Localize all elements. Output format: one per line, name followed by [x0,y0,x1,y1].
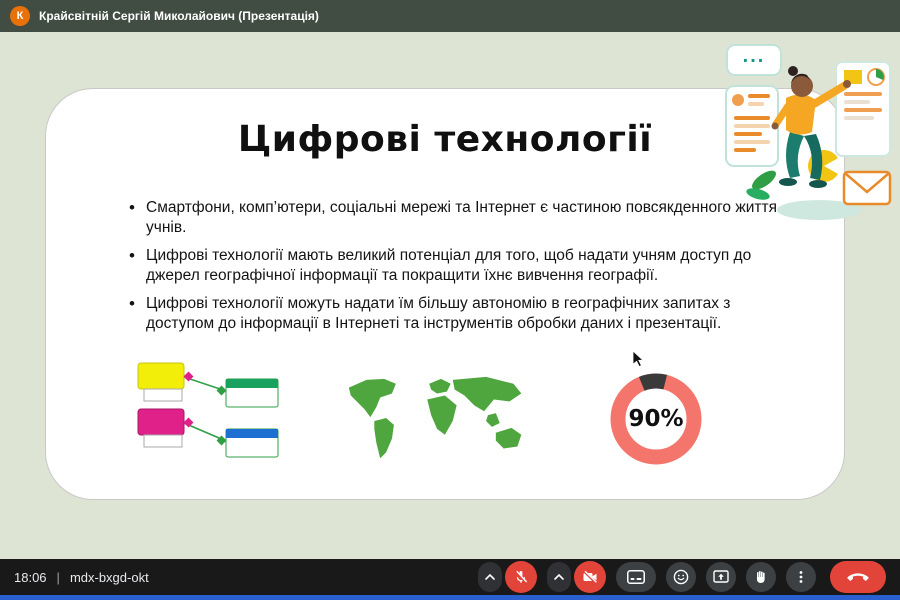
mic-options-chevron[interactable] [478,562,502,592]
more-vertical-icon [793,569,809,585]
mic-off-icon [513,569,529,585]
meeting-code: mdx-bxgd-okt [70,570,149,585]
clock: 18:06 [14,570,47,585]
chevron-up-icon [553,573,565,581]
meet-controls-bar: 18:06 | mdx-bxgd-okt [0,559,900,595]
more-options-button[interactable] [786,562,816,592]
donut-percentage: 90% [608,371,704,467]
hand-icon [753,569,769,585]
camera-off-button[interactable] [574,561,606,593]
camera-options-chevron[interactable] [547,562,571,592]
world-map-graphic [341,371,537,471]
call-controls [478,561,886,593]
info-separator: | [57,570,60,585]
meet-window: К Крайсвітній Сергій Миколайович (Презен… [0,0,900,600]
speech-bubble: ... [726,44,782,76]
end-call-button[interactable] [830,561,886,593]
presenter-bar: К Крайсвітній Сергій Миколайович (Презен… [0,0,900,32]
presentation-stage: Цифрові технології Смартфони, комп’ютери… [0,32,900,559]
mic-cluster [478,561,537,593]
chevron-up-icon [484,573,496,581]
bullet-list: Смартфони, комп’ютери, соціальні мережі … [146,198,798,335]
raise-hand-button[interactable] [746,562,776,592]
mic-off-button[interactable] [505,561,537,593]
captions-button[interactable] [616,562,656,592]
slide-title: Цифрові технології [106,119,784,160]
smiley-icon [673,569,689,585]
taskbar-strip [0,595,900,600]
present-screen-button[interactable] [706,562,736,592]
meeting-info: 18:06 | mdx-bxgd-okt [14,570,149,585]
mouse-cursor [632,351,644,368]
presenter-name: Крайсвітній Сергій Миколайович (Презента… [39,9,319,23]
reactions-button[interactable] [666,562,696,592]
flowchart-graphic [134,359,286,473]
phone-down-icon [847,572,869,582]
camera-cluster [547,561,606,593]
camera-off-icon [582,569,598,585]
donut-chart: 90% [608,371,704,467]
avatar-letter: К [17,10,24,22]
closed-captions-icon [627,570,645,584]
bullet-item: Цифрові технології можуть надати їм біль… [146,294,798,335]
bullet-item: Смартфони, комп’ютери, соціальні мережі … [146,198,798,239]
speech-bubble-dots: ... [743,51,766,61]
presentation-illustration: ... [724,44,894,230]
presenter-avatar: К [10,6,30,26]
present-screen-icon [713,569,729,585]
bullet-item: Цифрові технології мають великий потенці… [146,246,798,287]
